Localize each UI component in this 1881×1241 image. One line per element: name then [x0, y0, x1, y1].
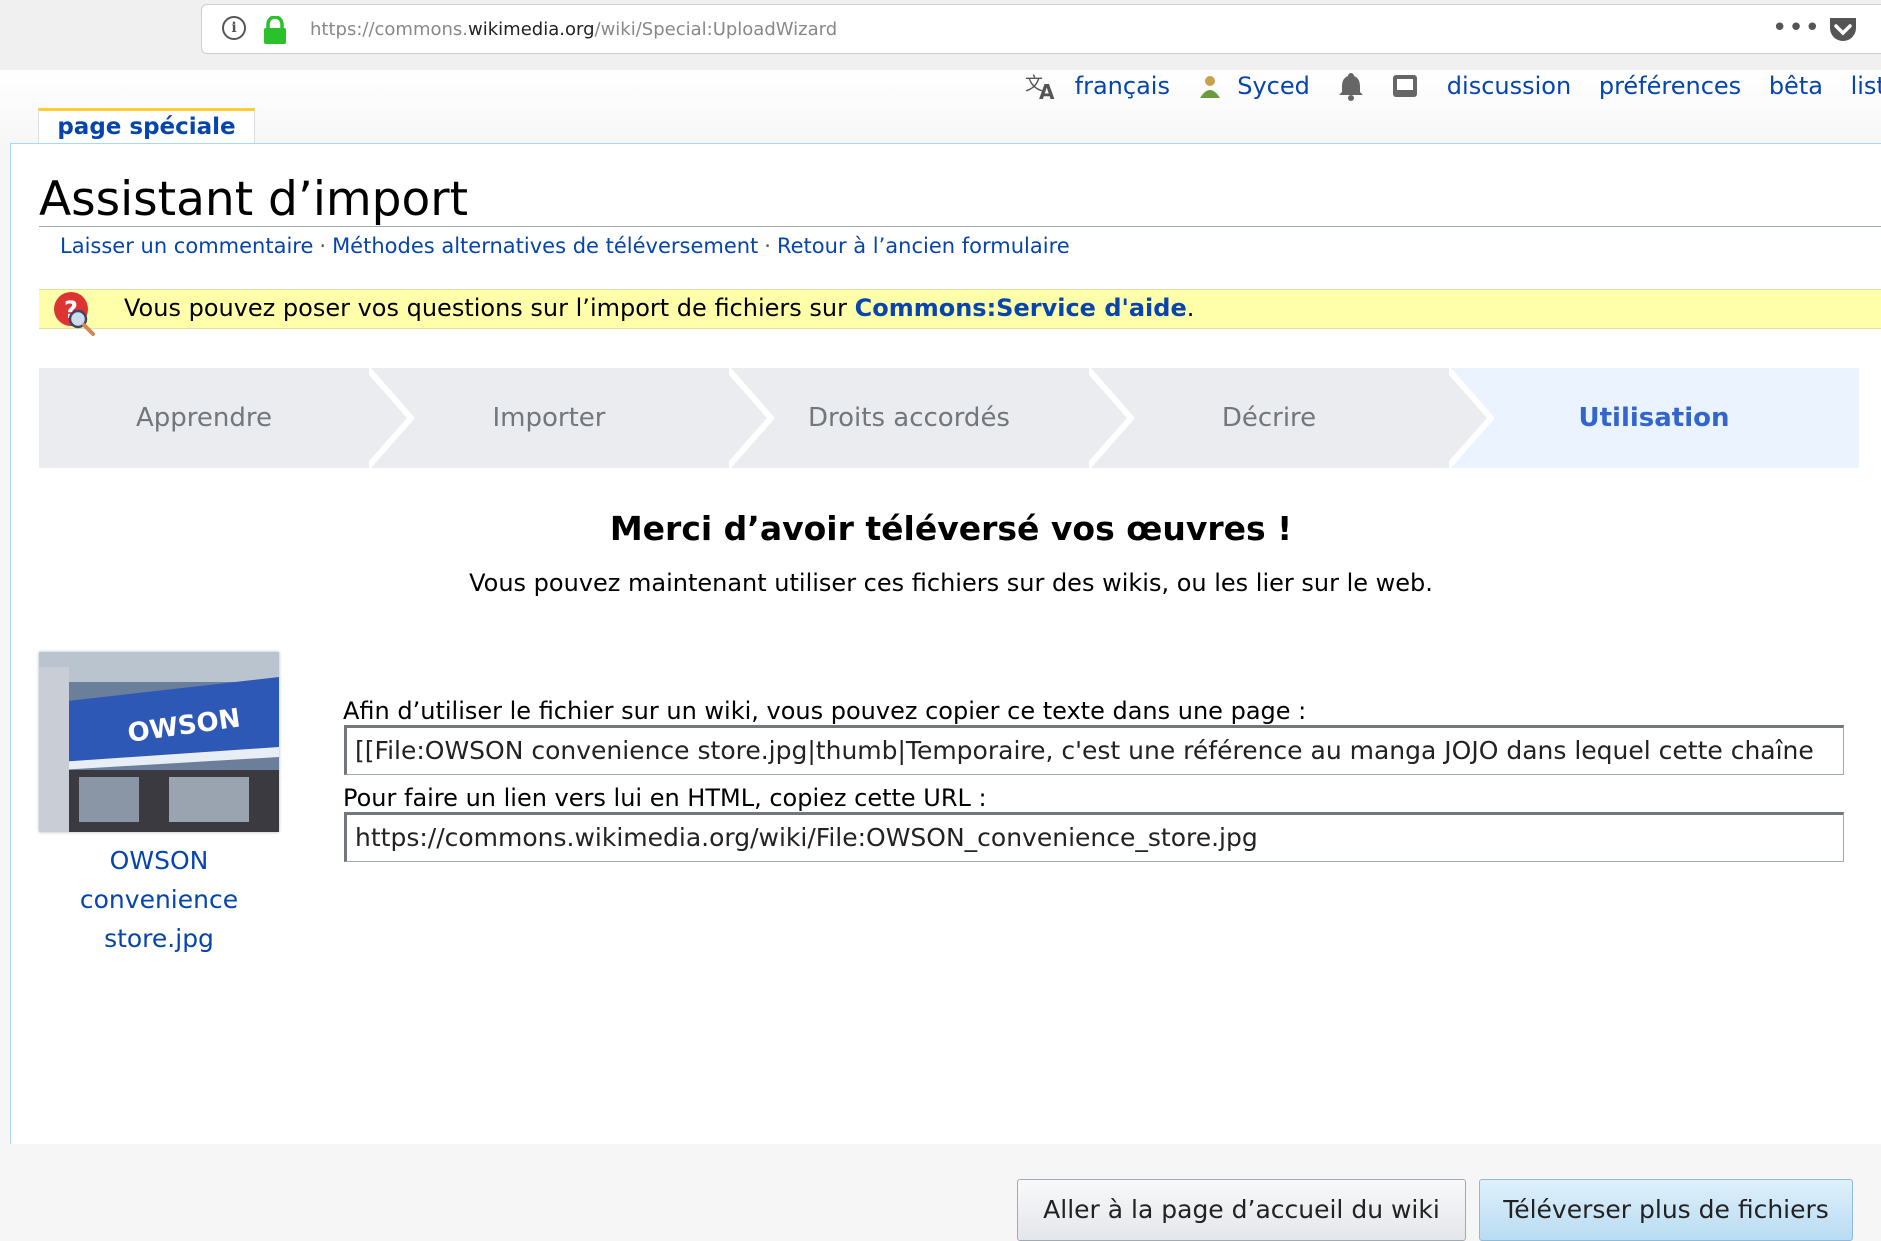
url-label: Pour faire un lien vers lui en HTML, cop…: [343, 784, 987, 812]
thanks-subtitle: Vous pouvez maintenant utiliser ces fich…: [469, 569, 1433, 597]
step-release-rights: Droits accordés: [729, 368, 1089, 468]
step-arrow-icon: [1449, 368, 1494, 468]
url-field[interactable]: https://commons.wikimedia.org/wiki/File:…: [344, 812, 1844, 862]
thanks-heading: Merci d’avoir téléversé vos œuvres !: [609, 509, 1293, 548]
step-describe: Décrire: [1089, 368, 1449, 468]
user-link[interactable]: Syced: [1237, 72, 1310, 100]
upload-more-button[interactable]: Téléverser plus de fichiers: [1479, 1179, 1853, 1241]
separator: ·: [319, 234, 327, 258]
language-link[interactable]: français: [1075, 72, 1170, 100]
sublinks: Laisser un commentaire · Méthodes alternat…: [60, 234, 1070, 258]
help-question-icon: ?: [54, 292, 95, 336]
svg-text:A: A: [1039, 80, 1055, 100]
info-icon[interactable]: i: [222, 16, 246, 40]
step-arrow-icon: [369, 368, 414, 468]
file-name-link[interactable]: OWSON convenience store.jpg: [39, 841, 279, 958]
wikitext-label: Afin d’utiliser le fichier sur un wiki, …: [343, 697, 1307, 725]
notifications-bell-icon[interactable]: [1338, 71, 1364, 101]
feedback-link[interactable]: Laisser un commentaire: [60, 234, 313, 258]
step-use: Utilisation: [1449, 368, 1859, 468]
notice-text: Vous pouvez poser vos questions sur l’im…: [124, 294, 1195, 322]
title-divider: [39, 226, 1881, 227]
file-thumbnail[interactable]: OWSON: [39, 652, 279, 832]
separator: ·: [764, 234, 771, 258]
step-arrow-icon: [1089, 368, 1134, 468]
content-area: Assistant d’import Laisser un commentair…: [10, 143, 1881, 1241]
wizard-steps: Apprendre Importer Droits accordés Décri…: [39, 368, 1859, 468]
lock-icon[interactable]: [262, 16, 288, 44]
address-bar[interactable]: i https://commons.wikimedia.org/wiki/Spe…: [201, 4, 1881, 54]
wikitext-field[interactable]: [[File:OWSON convenience store.jpg|thumb…: [344, 725, 1844, 775]
old-form-link[interactable]: Retour à l’ancien formulaire: [777, 234, 1070, 258]
personal-tools: 文 A français Syced discussion préférence…: [1025, 71, 1881, 101]
preferences-link[interactable]: préférences: [1599, 72, 1741, 100]
home-button[interactable]: Aller à la page d’accueil du wiki: [1017, 1179, 1466, 1241]
user-icon: [1199, 76, 1220, 98]
store-photo: OWSON: [39, 652, 279, 832]
help-desk-link[interactable]: Commons:Service d'aide: [855, 294, 1187, 322]
tab-special-page[interactable]: page spéciale: [38, 108, 255, 144]
pocket-icon[interactable]: [1827, 15, 1859, 45]
url-text[interactable]: https://commons.wikimedia.org/wiki/Speci…: [310, 19, 837, 40]
alt-upload-link[interactable]: Méthodes alternatives de téléversement: [332, 234, 758, 258]
page-title: Assistant d’import: [39, 172, 469, 227]
page-actions-icon[interactable]: •••: [1772, 13, 1821, 43]
beta-link[interactable]: bêta: [1769, 72, 1823, 100]
translate-icon: 文 A: [1025, 74, 1055, 100]
discussion-link[interactable]: discussion: [1447, 72, 1571, 100]
watchlist-link[interactable]: liste: [1851, 72, 1881, 100]
step-upload: Importer: [369, 368, 729, 468]
help-notice: ? Vous pouvez poser vos questions sur l’…: [39, 289, 1881, 336]
step-arrow-icon: [729, 368, 774, 468]
step-learn: Apprendre: [39, 368, 369, 468]
notices-tray-icon[interactable]: [1391, 72, 1419, 100]
